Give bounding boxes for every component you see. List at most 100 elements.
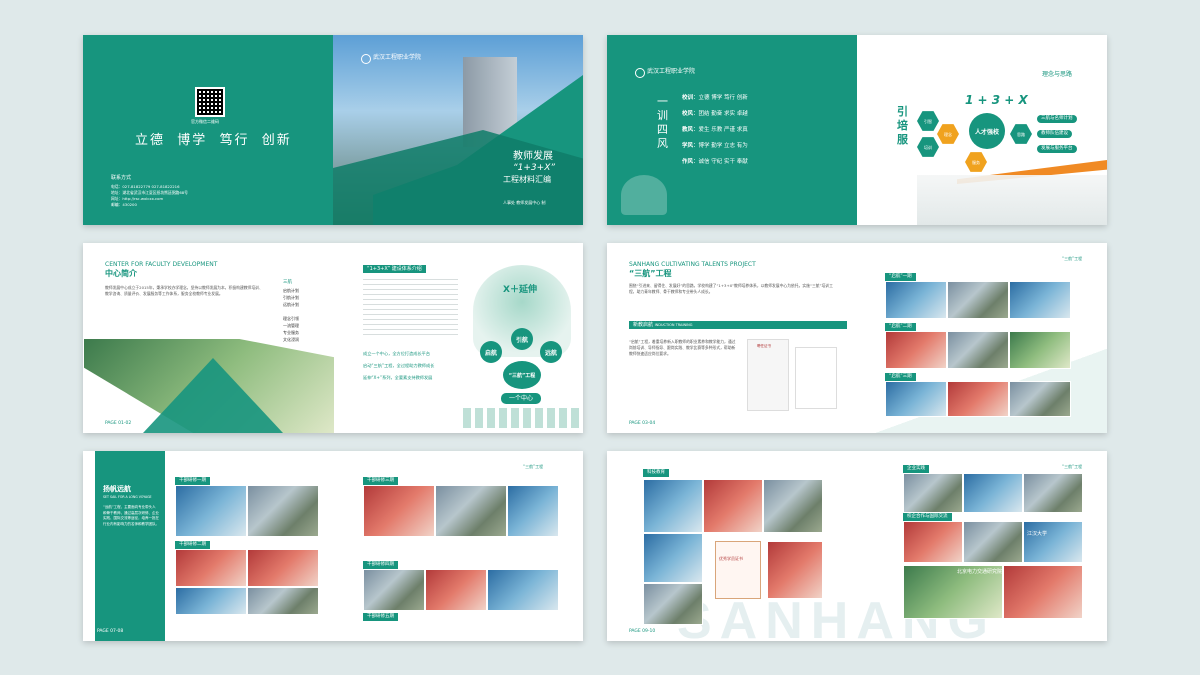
yuanhang-en-sub: SET SAIL FOR A LONG VOYAGE: [103, 495, 152, 499]
activity-photo: [1009, 281, 1071, 319]
summary-text: 成立一个中心，全方位打造成长平台 启动“三航”工程，全过程助力教师成长 延伸“X…: [363, 351, 435, 380]
pill-item: 发展与服务平台: [1037, 145, 1077, 153]
pill-item: 三航与名师计划: [1037, 115, 1077, 123]
green-sidebar: [95, 451, 165, 641]
certificate-title: 优秀学员证书: [719, 556, 743, 561]
header-right: “三航”工程: [523, 464, 544, 469]
qr-code: [195, 87, 225, 117]
cover-title-line3: 工程材料汇编: [503, 175, 551, 184]
pine-tree-illustration: [621, 175, 667, 215]
contact-line: 电话：027-81822779 027-81822216: [111, 184, 180, 189]
system-body: [363, 279, 458, 339]
activity-photo: [903, 473, 963, 513]
certificate-image: [715, 541, 761, 599]
cover-logo-text: 武汉工程职业学院: [373, 54, 422, 61]
photo-tag: 企业实践: [903, 465, 929, 473]
activity-photo: [643, 479, 703, 533]
list-item: 远航计划: [283, 302, 299, 307]
node-yuanhang: 远航: [540, 341, 562, 363]
cover-logo-icon: [361, 54, 371, 64]
list-title: 三航: [283, 280, 292, 285]
hex-item: 思路: [1010, 124, 1032, 144]
cover-front-page: 武汉工程职业学院 教师发展 “1+3+X” 工程材料汇编 人事处 教师发展中心 …: [333, 35, 583, 225]
spread-practice: SANHANG 科技教育 优秀学员证书 PAGE 09-10 “三航”工程 企业…: [607, 451, 1107, 641]
banner-text: 北京电力交通研究院: [957, 569, 1003, 575]
motto-logo-text: 武汉工程职业学院: [647, 68, 696, 75]
activity-photo: [1023, 473, 1083, 513]
school-motto: 立德 博学 笃行 创新: [135, 133, 292, 148]
philosophy-page: 理念与思路 引 培 服 1 + 3 + X 引智 理念 培训 人才强校 服务 思…: [857, 35, 1107, 225]
cover-publisher: 人事处 教师发展中心 制: [503, 200, 546, 205]
list-item: 理念引领: [283, 316, 299, 321]
cover-title-line2: “1+3+X”: [513, 163, 556, 173]
sanhang-intro-page: SANHANG CULTIVATING TALENTS PROJECT “三航”…: [607, 243, 857, 433]
hex-item: 理念: [937, 124, 959, 144]
hex-item: 培训: [917, 137, 939, 157]
activity-photo: [247, 485, 319, 537]
campus-sketch: [917, 175, 1107, 225]
photo-tag: “启航”二期: [885, 323, 916, 331]
activity-photo: [767, 541, 823, 599]
spread-philosophy: 武汉工程职业学院 一训四风 校训：立德 博学 笃行 创新 校风：团结 勤奋 求实…: [607, 35, 1107, 225]
practice-page-left: 科技教育 优秀学员证书 PAGE 09-10: [607, 451, 857, 641]
activity-photo: [247, 549, 319, 587]
photo-tag: “启航”一期: [885, 273, 916, 281]
activity-photo: [1009, 331, 1071, 369]
photo-tag: 校企合作与国际交流: [903, 513, 952, 521]
practice-page-right: “三航”工程 企业实践 校企合作与国际交流 江汉大学 北京电力交通研究院: [857, 451, 1107, 641]
center-en-title: CENTER FOR FACULTY DEVELOPMENT: [105, 261, 218, 268]
sub-body: “启航”工程，着重培养新入职教师的职业素养和教学能力，通过岗前培训、导师指导、跟…: [629, 339, 736, 356]
header-right: “三航”工程: [1062, 464, 1083, 469]
activity-photo: [1009, 381, 1071, 417]
contact-title: 联系方式: [111, 175, 132, 181]
qr-caption: 官方微信二维码: [191, 119, 219, 124]
activity-photo: [963, 521, 1023, 563]
activity-photo: [1023, 521, 1083, 563]
value-item: 校训：立德 博学 笃行 创新: [682, 95, 748, 101]
sanhang-body: 围绕“引进来、留得住、发展好”的思路，学校构建了“1+3+X”教师培养体系，以教…: [629, 283, 833, 294]
header-right: “三航”工程: [1062, 256, 1083, 261]
page-number: PAGE 09-10: [629, 629, 656, 634]
activity-photo: [425, 569, 487, 611]
activity-photo: [487, 569, 559, 611]
node-yinhang: 引航: [511, 328, 533, 350]
system-title: “1+3+X” 建设体系介绍: [363, 265, 426, 273]
cover-back-page: 官方微信二维码 立德 博学 笃行 创新 联系方式 电话：027-81822779…: [83, 35, 333, 225]
project-node: “三航”工程: [503, 361, 541, 389]
contact-line: 邮编：430200: [111, 202, 137, 207]
contact-line: 地址：湖北省武汉市江夏区纸坊熊廷弼路68号: [111, 190, 188, 195]
photo-tag: “启航”三期: [885, 373, 916, 381]
page-number: PAGE 01-02: [105, 421, 132, 426]
contact-line: 网址：http://rsc.wxlcxx.com: [111, 196, 164, 201]
hex-item: 服务: [965, 152, 987, 172]
list-item: 引航计划: [283, 295, 299, 300]
formula: 1 + 3 + X: [965, 93, 1028, 107]
activity-photo: [947, 281, 1009, 319]
activity-photo: [643, 583, 703, 625]
banner-text: 江汉大学: [1027, 531, 1048, 537]
system-page: “1+3+X” 建设体系介绍 成立一个中心，全方位打造成长平台 启动“三航”工程…: [333, 243, 583, 433]
calligraphy-title: 一训四风: [657, 95, 668, 150]
list-item: 启航计划: [283, 288, 299, 293]
philosophy-title: 理念与思路: [1042, 71, 1073, 78]
motto-logo-icon: [635, 68, 645, 78]
center-intro-page: CENTER FOR FACULTY DEVELOPMENT 中心简介 教师发展…: [83, 243, 335, 433]
activity-photo: [963, 473, 1023, 513]
activity-photo: [947, 381, 1009, 417]
yuanhang-cn-title: 扬帆远航: [103, 485, 131, 493]
center-cn-title: 中心简介: [105, 269, 137, 278]
activity-photo: [643, 533, 703, 583]
photo-tag: 干部研修四期: [363, 561, 398, 569]
center-badge: 人才强校: [969, 113, 1005, 149]
yuanhang-body: “远航”工程，主要面向专业带头人和骨干教师，通过高层次研修、企业实践、国际交流等…: [103, 505, 159, 526]
photo-tag: 科技教育: [643, 469, 669, 477]
center-node: 一个中心: [501, 393, 542, 404]
value-item: 校风：团结 勤奋 求实 卓越: [682, 111, 748, 117]
page-number: PAGE 07-08: [97, 629, 124, 634]
activity-photo: [903, 521, 963, 563]
document-title: 聘任证书: [757, 344, 771, 348]
yuanhang-page: 扬帆远航 SET SAIL FOR A LONG VOYAGE “远航”工程，主…: [83, 451, 333, 641]
page-number: PAGE 03-04: [629, 421, 656, 426]
activity-photo: [175, 549, 247, 587]
photo-tag: 干部研修一期: [175, 477, 210, 485]
